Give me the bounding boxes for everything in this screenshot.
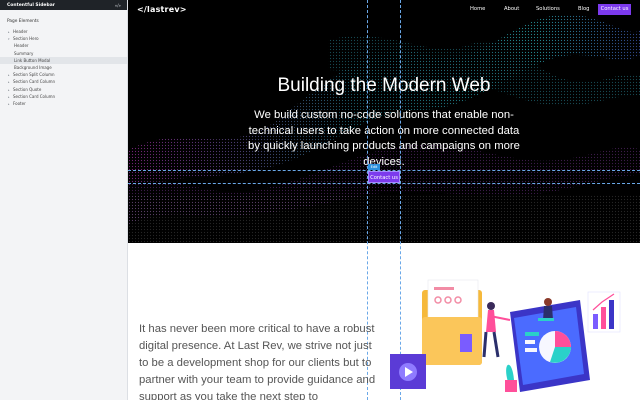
hero-summary: We build custom no-code solutions that e… [248,109,520,168]
tree-item-footer[interactable]: ▸ Footer [0,100,127,107]
tree-item-label: Background Image [14,64,52,70]
tree-item-label: Section Split Column [13,72,55,78]
sidebar-header: Contentful Sidebar «/» [0,0,127,10]
hero-contact-button[interactable]: Contact us [368,171,400,183]
tree-item-label: Summary [14,50,34,56]
tree-item-section-hero[interactable]: ▾ Section Hero [0,35,127,42]
tree-item-header[interactable]: ▸ Header [0,28,127,35]
layout-guide-bottom [128,183,640,184]
tree-item-label: Header [13,29,28,34]
tree-item-hero-header[interactable]: Header [0,42,127,49]
layout-guide-top [128,170,640,171]
sidebar-title: Contentful Sidebar [7,2,55,8]
tree-item-label: Link Button Modal [14,57,51,63]
tree-item-section-quote[interactable]: ▸ Section Quote [0,86,127,93]
tree-item-label: Section Card Column [13,79,56,85]
nav-link-about[interactable]: About [504,6,519,12]
page-elements-heading: Page Elements [7,19,39,24]
hero-title: Building the Modern Web [277,75,491,96]
tree-item-label: Header [14,43,29,49]
app-window: Contentful Sidebar «/» Page Elements ▸ He… [0,0,640,400]
tree-item-section-card-column-2[interactable]: ▸ Section Card Column [0,93,127,100]
tree-item-section-card-column[interactable]: ▸ Section Card Column [0,78,127,85]
top-navigation: </lastrev> Home About Solutions Blog Con… [128,0,640,20]
intro-paragraph: It has never been more critical to have … [139,323,376,400]
tree-item-label: Section Quote [13,86,42,92]
tree-item-label: Section Hero [13,36,39,42]
lastrev-logo[interactable]: </lastrev> [137,5,187,14]
page-preview: </lastrev> Home About Solutions Blog Con… [128,0,640,400]
nav-link-home[interactable]: Home [470,6,485,12]
tree-item-background-image[interactable]: Background Image [0,64,127,71]
tree-item-label: Section Card Column [13,93,56,99]
collapse-sidebar-button[interactable]: «/» [115,3,121,8]
nav-link-blog[interactable]: Blog [578,6,589,12]
tree-item-summary[interactable]: Summary [0,50,127,57]
tree-item-link-button-modal[interactable]: Link Button Modal [0,56,127,64]
tree-item-section-split-column[interactable]: ▸ Section Split Column [0,71,127,78]
tree-item-label: Footer [13,100,26,106]
hero-section: </lastrev> Home About Solutions Blog Con… [128,0,640,243]
nav-contact-button[interactable]: Contact us [598,4,631,15]
page-elements-tree: ▸ Header ▾ Section Hero Header Summary Lin… [0,28,127,107]
marketing-illustration [390,279,621,392]
contentful-sidebar: Contentful Sidebar «/» Page Elements ▸ He… [0,0,128,400]
nav-link-solutions[interactable]: Solutions [536,6,560,12]
